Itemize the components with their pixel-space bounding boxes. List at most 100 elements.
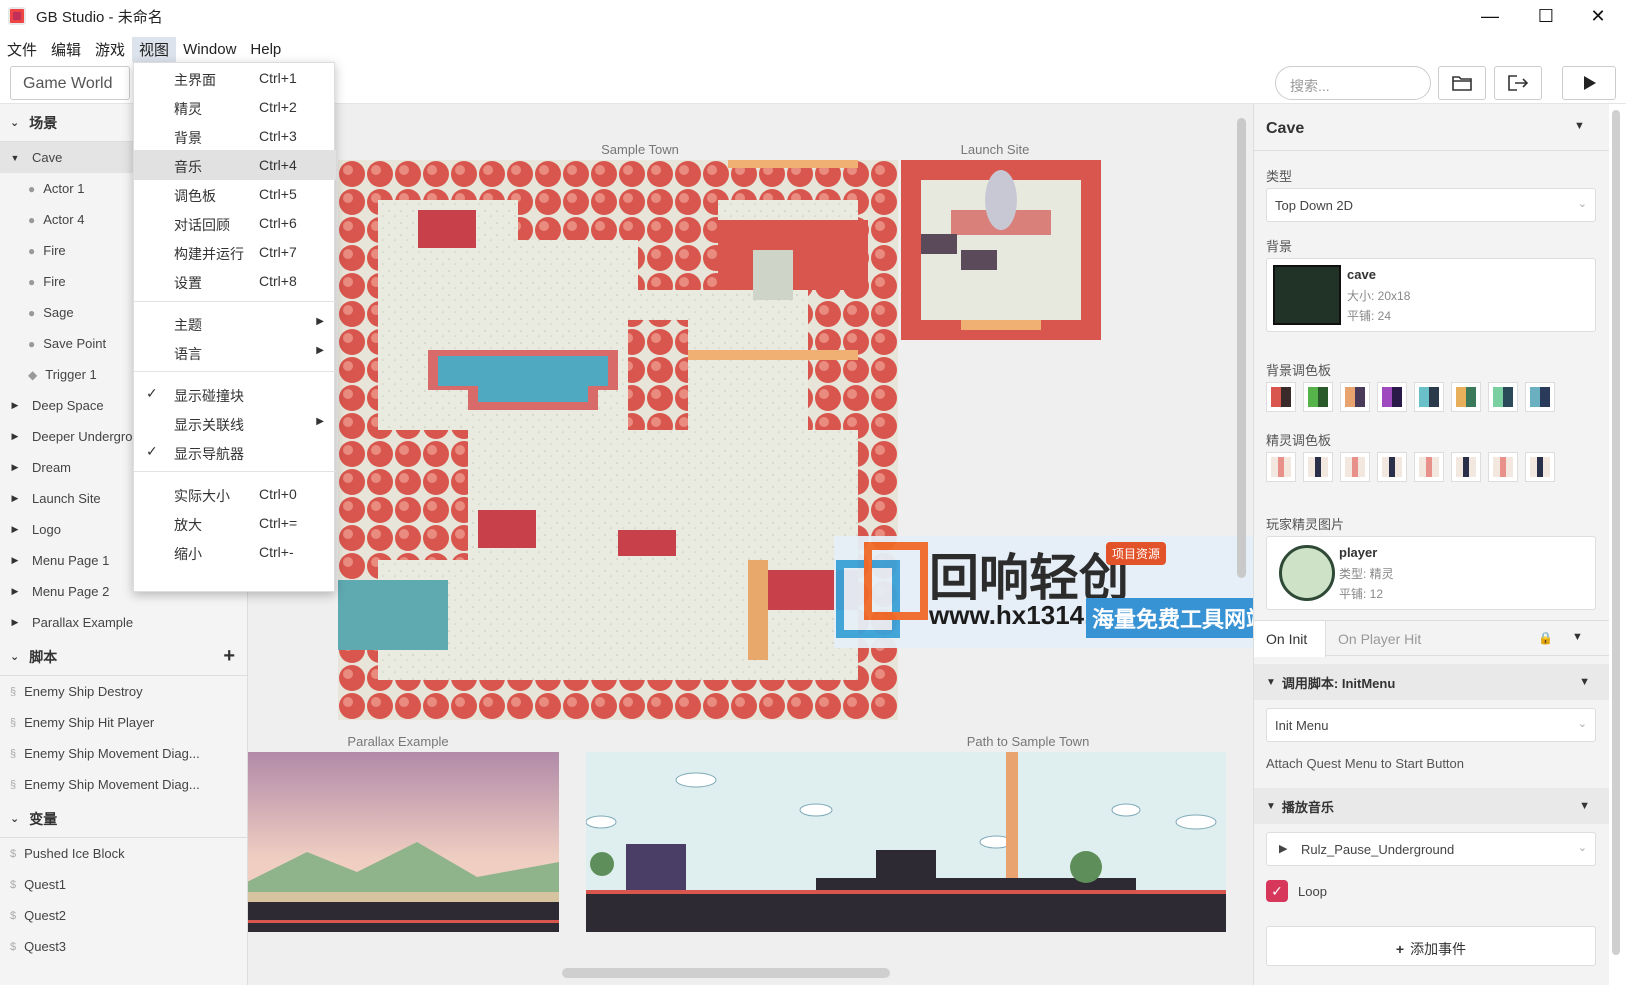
actor-icon: ●: [28, 243, 36, 258]
menu-item-actual-size[interactable]: 实际大小 Ctrl+0: [134, 479, 336, 509]
music-select[interactable]: ▶ Rulz_Pause_Underground ⌄: [1266, 832, 1596, 866]
script-item[interactable]: § Enemy Ship Hit Player: [0, 707, 247, 738]
menu-help[interactable]: Help: [243, 39, 288, 60]
bg-palette-swatch[interactable]: [1340, 382, 1370, 412]
menu-edit[interactable]: 编辑: [44, 37, 88, 62]
menu-item-backgrounds[interactable]: 背景 Ctrl+3: [134, 121, 336, 151]
menu-view[interactable]: 视图: [132, 36, 177, 62]
menu-item-dialogue-review[interactable]: 对话回顾 Ctrl+6: [134, 208, 336, 238]
script-item[interactable]: § Enemy Ship Movement Diag...: [0, 738, 247, 769]
bg-palette-swatch[interactable]: [1377, 382, 1407, 412]
menu-item-language[interactable]: 语言 ▶: [134, 337, 336, 367]
tabs-menu-caret-icon[interactable]: ▼: [1572, 631, 1583, 643]
scripts-section-header[interactable]: ⌄ 脚本 +: [0, 638, 247, 676]
menu-item-main[interactable]: 主界面 Ctrl+1: [134, 63, 336, 93]
script-label: Enemy Ship Movement Diag...: [24, 777, 200, 792]
script-select[interactable]: Init Menu ⌄: [1266, 708, 1596, 742]
menu-item-music[interactable]: 音乐 Ctrl+4: [134, 150, 336, 180]
sprite-palette-swatch[interactable]: [1266, 452, 1296, 482]
event-menu-caret-icon[interactable]: ▼: [1579, 800, 1590, 812]
menu-file[interactable]: 文件: [0, 37, 44, 62]
add-script-button[interactable]: +: [223, 645, 235, 668]
script-icon: §: [10, 778, 17, 791]
script-item[interactable]: § Enemy Ship Movement Diag...: [0, 769, 247, 800]
menu-item-show-connections[interactable]: 显示关联线 ▶: [134, 408, 336, 438]
event-menu-caret-icon[interactable]: ▼: [1579, 676, 1590, 688]
sprite-palette-swatch[interactable]: [1525, 452, 1555, 482]
actor-label: Fire: [43, 243, 66, 258]
variable-item[interactable]: $ Quest1: [0, 869, 247, 900]
launch-site-map: [901, 160, 1101, 340]
scene-parallax-example[interactable]: [248, 752, 559, 932]
variable-item[interactable]: $ Quest3: [0, 931, 247, 962]
play-icon[interactable]: ▶: [1279, 842, 1287, 855]
sprite-palette-swatch[interactable]: [1414, 452, 1444, 482]
sprite-palette-swatch[interactable]: [1340, 452, 1370, 482]
menu-game[interactable]: 游戏: [88, 37, 132, 62]
scene-type-select[interactable]: Top Down 2D ⌄: [1266, 188, 1596, 222]
lock-icon[interactable]: 🔒: [1538, 631, 1553, 645]
player-sprite-picker[interactable]: player 类型: 精灵 平铺: 12: [1266, 536, 1596, 610]
search-input[interactable]: 搜索...: [1275, 66, 1431, 100]
bg-palette-swatch[interactable]: [1451, 382, 1481, 412]
scene-path-to-sample-town[interactable]: [586, 752, 1226, 932]
background-thumbnail: [1273, 265, 1341, 325]
scene-menu-caret-icon[interactable]: ▼: [1574, 120, 1585, 132]
actor-icon: ●: [28, 336, 36, 351]
menu-item-shortcut: Ctrl+-: [259, 544, 294, 560]
scene-item[interactable]: ▶ Parallax Example: [0, 607, 247, 638]
run-button[interactable]: [1562, 66, 1616, 100]
menu-item-show-collisions[interactable]: ✓ 显示碰撞块: [134, 379, 336, 409]
variable-label: Pushed Ice Block: [24, 846, 125, 861]
scene-name-field[interactable]: Cave: [1266, 120, 1304, 138]
bg-palettes-label: 背景调色板: [1266, 363, 1332, 378]
background-picker[interactable]: cave 大小: 20x18 平铺: 24: [1266, 258, 1596, 332]
add-event-button[interactable]: + 添加事件: [1266, 926, 1596, 966]
scene-sample-town[interactable]: [338, 160, 898, 720]
menu-item-palettes[interactable]: 调色板 Ctrl+5: [134, 179, 336, 209]
export-button[interactable]: [1494, 66, 1542, 100]
menu-item-theme[interactable]: 主题 ▶: [134, 308, 336, 338]
menu-item-build-run[interactable]: 构建并运行 Ctrl+7: [134, 237, 336, 267]
canvas-vertical-scrollbar[interactable]: [1237, 118, 1246, 578]
background-size: 大小: 20x18: [1347, 289, 1411, 303]
minimize-button[interactable]: —: [1462, 0, 1518, 32]
menu-item-show-navigator[interactable]: ✓ 显示导航器: [134, 437, 336, 467]
close-button[interactable]: ✕: [1570, 0, 1626, 32]
variables-section-header[interactable]: ⌄ 变量: [0, 800, 247, 838]
world-selector[interactable]: Game World: [10, 66, 130, 100]
loop-checkbox[interactable]: ✓: [1266, 880, 1288, 902]
properties-scrollbar[interactable]: [1612, 110, 1620, 955]
sprite-palette-swatch[interactable]: [1451, 452, 1481, 482]
scene-launch-site[interactable]: [901, 160, 1101, 340]
sprite-palette-swatch[interactable]: [1377, 452, 1407, 482]
bg-palette-swatch[interactable]: [1525, 382, 1555, 412]
sprite-palette-swatch[interactable]: [1303, 452, 1333, 482]
menu-item-settings[interactable]: 设置 Ctrl+8: [134, 266, 336, 296]
world-canvas[interactable]: Sample Town Launch Site Parallax Example…: [248, 104, 1253, 985]
bg-palette-swatch[interactable]: [1488, 382, 1518, 412]
canvas-horizontal-scrollbar[interactable]: [562, 968, 890, 978]
bg-palette-swatch[interactable]: [1414, 382, 1444, 412]
event-header-call-script[interactable]: ▼ 调用脚本: InitMenu ▼: [1254, 664, 1609, 700]
open-folder-button[interactable]: [1438, 66, 1486, 100]
caret-right-icon: ▶: [11, 431, 19, 441]
event-header-play-music[interactable]: ▼ 播放音乐 ▼: [1254, 788, 1609, 824]
menu-item-shortcut: Ctrl+5: [259, 186, 297, 202]
bg-palette-swatch[interactable]: [1303, 382, 1333, 412]
bg-palette-swatch[interactable]: [1266, 382, 1296, 412]
variable-item[interactable]: $ Pushed Ice Block: [0, 838, 247, 869]
variable-icon: $: [10, 940, 17, 953]
menu-separator: [134, 471, 336, 472]
menu-item-zoom-in[interactable]: 放大 Ctrl+=: [134, 508, 336, 538]
maximize-button[interactable]: ☐: [1518, 0, 1574, 32]
tab-on-init[interactable]: On Init: [1254, 621, 1326, 657]
tab-on-player-hit[interactable]: On Player Hit: [1338, 631, 1421, 647]
menu-item-sprites[interactable]: 精灵 Ctrl+2: [134, 92, 336, 122]
variable-item[interactable]: $ Quest2: [0, 900, 247, 931]
caret-right-icon: ▶: [11, 462, 19, 472]
menu-item-zoom-out[interactable]: 缩小 Ctrl+-: [134, 537, 336, 567]
sprite-palette-swatch[interactable]: [1488, 452, 1518, 482]
menu-window[interactable]: Window: [176, 39, 243, 60]
script-item[interactable]: § Enemy Ship Destroy: [0, 676, 247, 707]
